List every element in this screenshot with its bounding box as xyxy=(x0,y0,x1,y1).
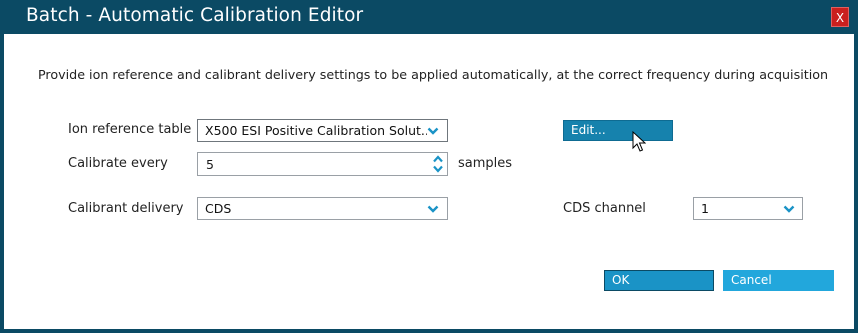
close-icon: X xyxy=(835,11,845,25)
title-bar[interactable]: Batch - Automatic Calibration Editor X xyxy=(4,0,858,34)
chevron-down-icon xyxy=(427,127,439,135)
calibrant-delivery-dropdown[interactable]: CDS xyxy=(197,197,448,220)
calibration-editor-dialog: Batch - Automatic Calibration Editor X P… xyxy=(0,0,858,333)
calibrant-delivery-label: Calibrant delivery xyxy=(68,201,184,216)
cancel-button[interactable]: Cancel xyxy=(723,270,834,291)
chevron-down-icon xyxy=(783,205,795,213)
caret-down-icon[interactable] xyxy=(433,165,443,173)
cds-channel-dropdown[interactable]: 1 xyxy=(693,197,803,220)
ion-reference-value: X500 ESI Positive Calibration Solut... xyxy=(205,123,427,138)
edit-button[interactable]: Edit... xyxy=(563,120,673,141)
ion-reference-dropdown[interactable]: X500 ESI Positive Calibration Solut... xyxy=(197,119,448,142)
calibrate-every-unit: samples xyxy=(458,156,513,171)
cds-channel-label: CDS channel xyxy=(563,201,646,216)
description-text: Provide ion reference and calibrant deli… xyxy=(38,67,829,82)
close-button[interactable]: X xyxy=(831,7,849,27)
calibrate-every-value: 5 xyxy=(206,157,214,172)
calibrant-delivery-value: CDS xyxy=(205,201,232,216)
mouse-pointer-icon xyxy=(632,131,646,152)
ok-button[interactable]: OK xyxy=(604,270,714,291)
ion-reference-label: Ion reference table xyxy=(68,122,192,137)
calibrate-every-stepper[interactable]: 5 xyxy=(197,152,448,176)
cds-channel-value: 1 xyxy=(701,201,709,216)
calibrate-every-label: Calibrate every xyxy=(68,156,168,171)
chevron-down-icon xyxy=(427,205,439,213)
window-title: Batch - Automatic Calibration Editor xyxy=(26,5,364,26)
caret-up-icon[interactable] xyxy=(433,155,443,163)
